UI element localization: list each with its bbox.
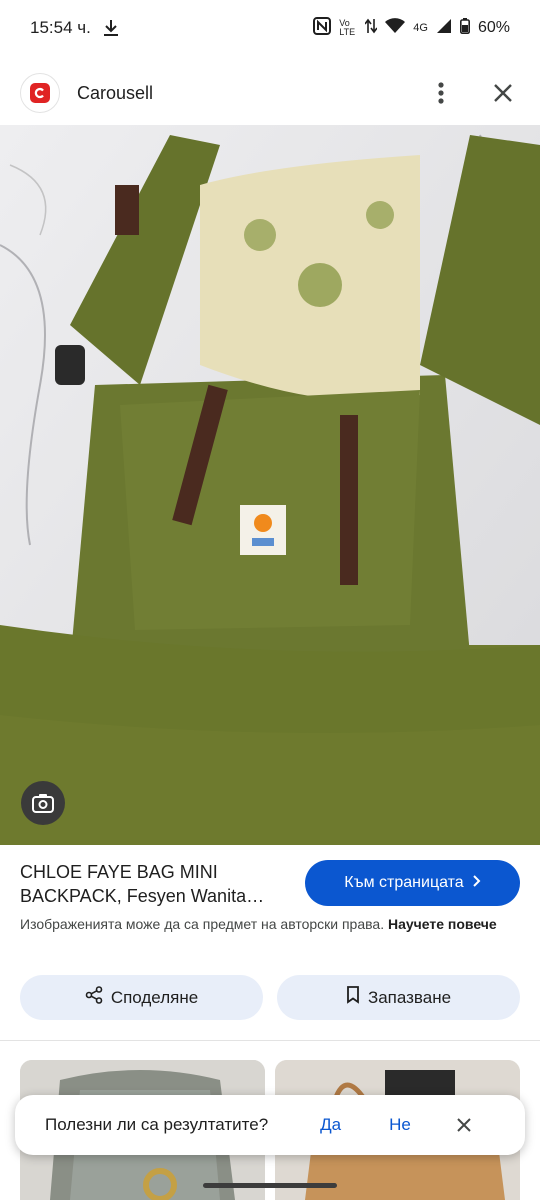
volte-indicator: Vo LTE [339,19,357,37]
network-type-label: 4G [413,22,428,34]
close-icon[interactable] [451,1112,477,1138]
learn-more-link[interactable]: Научете повече [388,916,497,932]
data-arrows-icon [364,17,378,40]
viewer-header: Carousell [0,62,540,124]
save-button[interactable]: Запазване [277,975,520,1020]
copyright-text: Изображенията може да са предмет на авто… [20,916,385,932]
copyright-notice: Изображенията може да са предмет на авто… [20,914,520,934]
visit-page-label: Към страницата [344,874,464,891]
download-icon [103,19,119,37]
chevron-right-icon [472,874,481,893]
volte-bottom-label: LTE [339,27,356,37]
result-title[interactable]: CHLOE FAYE BAG MINI BACKPACK, Fesyen Wan… [20,860,300,908]
save-label: Запазване [367,987,452,1007]
more-vert-icon[interactable] [428,80,454,106]
battery-icon [459,17,470,39]
status-icons: Vo LTE 4G 60% [313,16,510,40]
status-bar: 15:54 ч. Vo LTE 4G 60% [0,0,540,56]
site-name[interactable]: Carousell [77,83,153,104]
google-lens-icon[interactable] [21,781,65,825]
nfc-icon [313,16,332,40]
feedback-no-button[interactable]: Не [389,1115,411,1135]
wifi-icon [385,17,406,39]
bookmark-icon [346,986,360,1009]
carousell-logo-icon [30,83,50,103]
share-label: Споделяне [110,987,199,1007]
signal-icon [436,18,452,39]
product-image[interactable] [0,125,540,845]
visit-page-button[interactable]: Към страницата [305,860,520,906]
feedback-yes-button[interactable]: Да [320,1115,341,1135]
action-row: Споделяне Запазване [20,975,520,1020]
site-logo[interactable] [20,73,60,113]
home-indicator[interactable] [203,1183,337,1188]
feedback-snackbar: Полезни ли са резултатите? Да Не [15,1095,525,1155]
share-icon [85,986,103,1009]
close-icon[interactable] [490,80,516,106]
status-time: 15:54 ч. [30,18,91,37]
share-button[interactable]: Споделяне [20,975,263,1020]
feedback-question: Полезни ли са резултатите? [45,1115,269,1134]
battery-level: 60% [477,19,510,36]
divider [0,1040,540,1041]
